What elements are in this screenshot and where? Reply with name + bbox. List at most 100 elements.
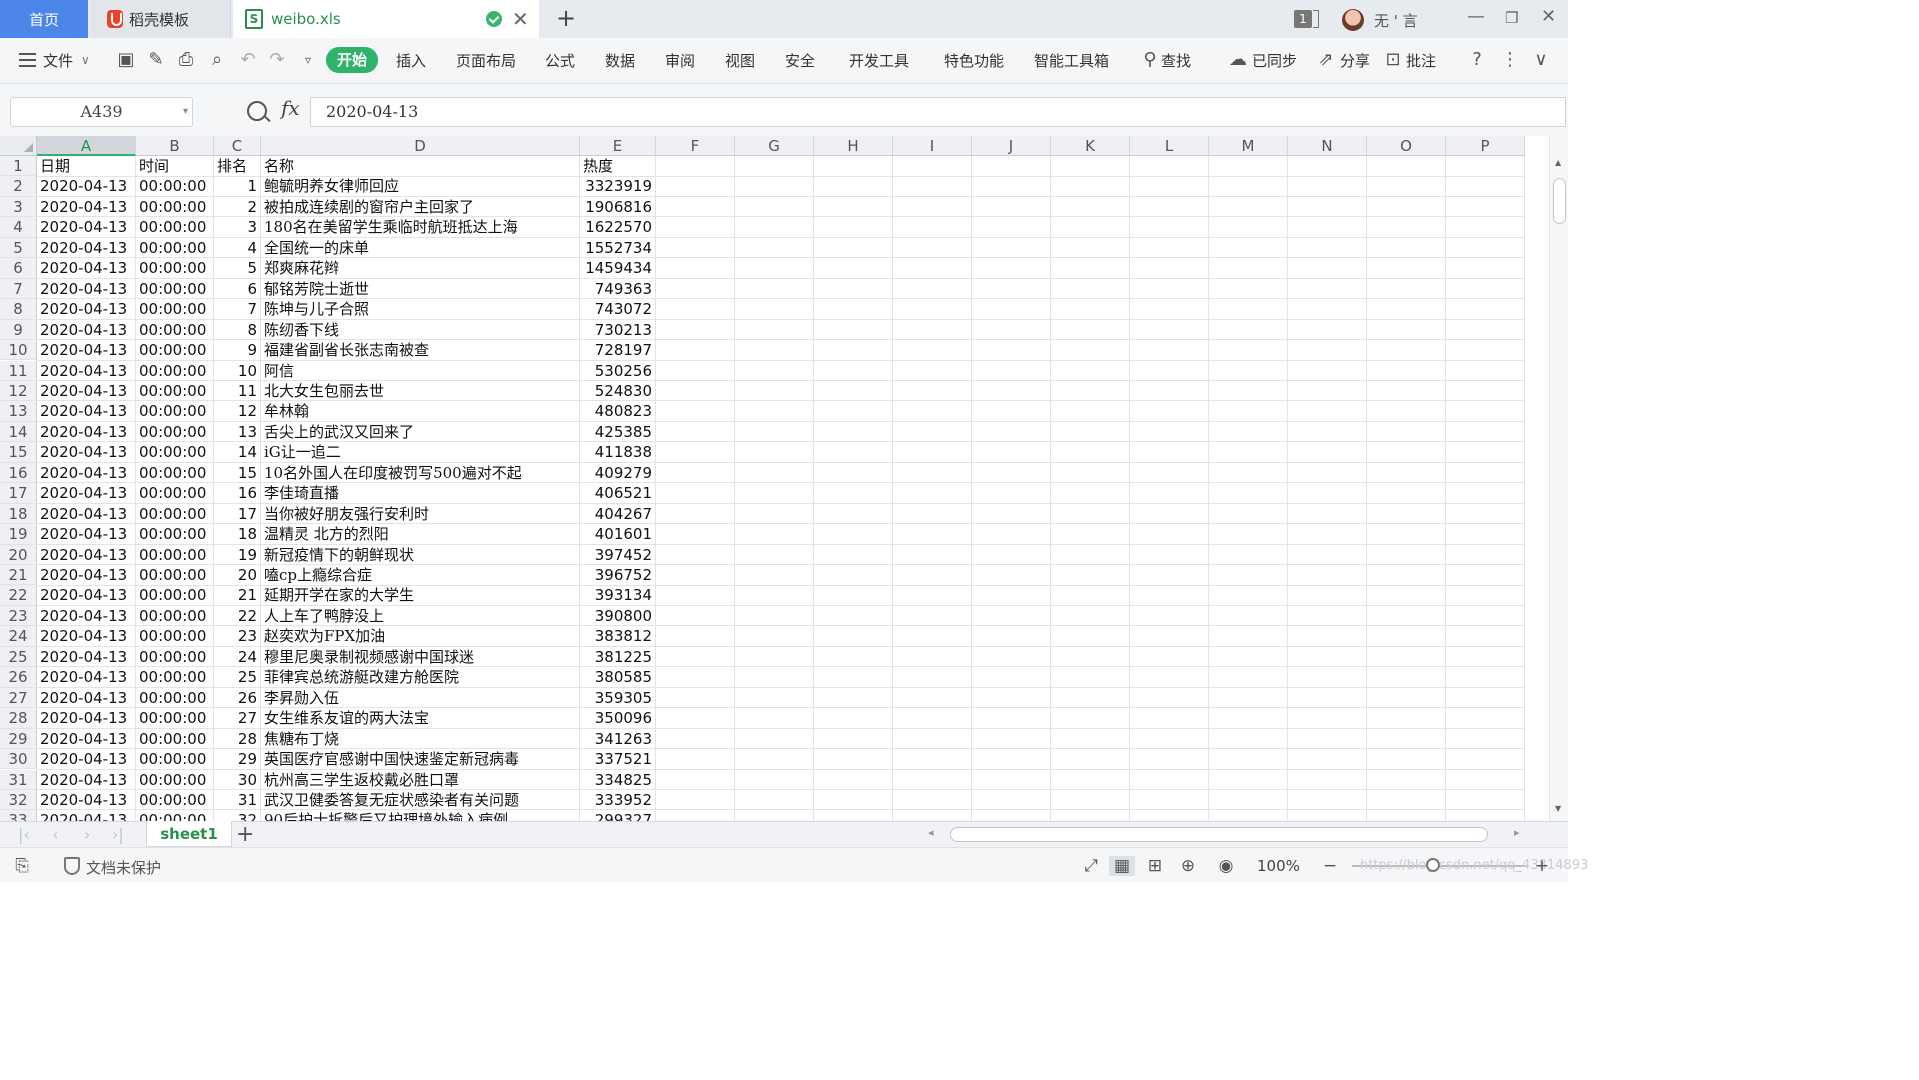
cell[interactable] xyxy=(972,769,1051,790)
cell[interactable] xyxy=(1288,196,1367,218)
cell[interactable] xyxy=(1446,442,1525,463)
zoom-slider-knob[interactable] xyxy=(1426,858,1440,872)
help-icon[interactable]: ? xyxy=(1467,50,1487,70)
next-sheet-icon[interactable]: › xyxy=(84,825,90,844)
cell[interactable]: 1552734 xyxy=(580,237,656,259)
cell[interactable] xyxy=(1446,462,1525,484)
hamburger-menu-icon[interactable] xyxy=(19,53,36,67)
cell[interactable]: 2020-04-13 xyxy=(37,503,136,525)
cell[interactable] xyxy=(1209,708,1288,729)
cell[interactable] xyxy=(1288,789,1367,811)
cell[interactable] xyxy=(1446,810,1525,821)
cell[interactable] xyxy=(1051,401,1130,422)
cell[interactable] xyxy=(893,503,972,525)
cell[interactable] xyxy=(1446,483,1525,504)
cell[interactable] xyxy=(1051,462,1130,484)
cell[interactable] xyxy=(1367,503,1446,525)
cell[interactable]: 21 xyxy=(214,585,261,606)
cell[interactable]: 00:00:00 xyxy=(136,176,214,197)
cell[interactable]: 女生维系友谊的两大法宝 xyxy=(261,708,580,729)
scroll-right-icon[interactable]: ▸ xyxy=(1514,826,1520,839)
cell[interactable]: 2020-04-13 xyxy=(37,340,136,361)
cell[interactable] xyxy=(1288,687,1367,709)
cell[interactable] xyxy=(1130,401,1209,422)
cell[interactable] xyxy=(735,360,814,381)
cell[interactable] xyxy=(1446,565,1525,586)
cell[interactable]: 牟林翰 xyxy=(261,401,580,422)
print-preview-icon[interactable]: ⌕ xyxy=(207,50,227,70)
cell[interactable] xyxy=(735,667,814,688)
cell[interactable] xyxy=(893,237,972,259)
cell[interactable] xyxy=(1209,421,1288,443)
cell[interactable] xyxy=(1367,421,1446,443)
cell[interactable] xyxy=(1209,605,1288,627)
cell[interactable]: 00:00:00 xyxy=(136,544,214,566)
cell[interactable] xyxy=(1130,196,1209,218)
cell[interactable]: 00:00:00 xyxy=(136,401,214,422)
cell[interactable]: 30 xyxy=(214,769,261,790)
cell[interactable] xyxy=(1051,687,1130,709)
cell[interactable]: 00:00:00 xyxy=(136,565,214,586)
cell[interactable] xyxy=(1288,156,1367,177)
cell[interactable] xyxy=(1288,380,1367,402)
new-tab-button[interactable]: + xyxy=(556,4,576,32)
cell[interactable] xyxy=(1367,319,1446,341)
cell[interactable] xyxy=(735,503,814,525)
cell[interactable]: 480823 xyxy=(580,401,656,422)
horizontal-scroll-thumb[interactable] xyxy=(950,827,1488,842)
row-header[interactable]: 2 xyxy=(0,176,37,197)
cell[interactable] xyxy=(1130,728,1209,750)
cell[interactable] xyxy=(814,626,893,647)
cell[interactable] xyxy=(1130,483,1209,504)
zoom-in-icon[interactable]: + xyxy=(1532,856,1552,876)
cell[interactable] xyxy=(656,687,735,709)
cell[interactable] xyxy=(814,421,893,443)
cell[interactable] xyxy=(972,503,1051,525)
cell[interactable]: 2 xyxy=(214,196,261,218)
cell[interactable] xyxy=(1288,319,1367,341)
cell[interactable] xyxy=(972,319,1051,341)
cell[interactable] xyxy=(814,258,893,279)
cell[interactable] xyxy=(735,789,814,811)
cell[interactable] xyxy=(656,196,735,218)
cell[interactable] xyxy=(972,708,1051,729)
cell[interactable]: 2020-04-13 xyxy=(37,319,136,341)
search-button[interactable]: 查找 xyxy=(1161,50,1191,71)
tab-insert[interactable]: 插入 xyxy=(396,50,426,71)
cell[interactable]: 郑爽麻花辫 xyxy=(261,258,580,279)
avatar[interactable] xyxy=(1342,9,1364,31)
cell[interactable] xyxy=(1288,524,1367,545)
cell[interactable] xyxy=(656,421,735,443)
row-header[interactable]: 21 xyxy=(0,565,37,586)
cell[interactable]: 00:00:00 xyxy=(136,646,214,668)
cell[interactable] xyxy=(1367,483,1446,504)
cell[interactable] xyxy=(1367,176,1446,197)
cell[interactable] xyxy=(656,462,735,484)
cell[interactable] xyxy=(1051,258,1130,279)
cell[interactable] xyxy=(972,196,1051,218)
column-header-f[interactable]: F xyxy=(656,136,735,156)
cell[interactable]: 延期开学在家的大学生 xyxy=(261,585,580,606)
cell[interactable] xyxy=(1446,626,1525,647)
cell[interactable] xyxy=(656,299,735,320)
cell[interactable] xyxy=(1446,401,1525,422)
cell[interactable] xyxy=(893,749,972,770)
select-all-corner[interactable] xyxy=(0,136,37,156)
cell[interactable]: 2020-04-13 xyxy=(37,728,136,750)
cell[interactable] xyxy=(735,156,814,177)
cell[interactable] xyxy=(656,483,735,504)
cell[interactable] xyxy=(972,360,1051,381)
cell[interactable] xyxy=(656,319,735,341)
cell[interactable] xyxy=(1367,565,1446,586)
cell[interactable]: 390800 xyxy=(580,605,656,627)
cell[interactable] xyxy=(1446,380,1525,402)
cell[interactable] xyxy=(1367,544,1446,566)
cell[interactable] xyxy=(735,319,814,341)
cell[interactable] xyxy=(1130,258,1209,279)
cell[interactable] xyxy=(656,237,735,259)
tab-data[interactable]: 数据 xyxy=(605,50,635,71)
cell[interactable] xyxy=(735,217,814,238)
last-sheet-icon[interactable]: ›| xyxy=(112,825,124,844)
column-header-a[interactable]: A xyxy=(37,136,136,156)
cell[interactable]: 2020-04-13 xyxy=(37,380,136,402)
